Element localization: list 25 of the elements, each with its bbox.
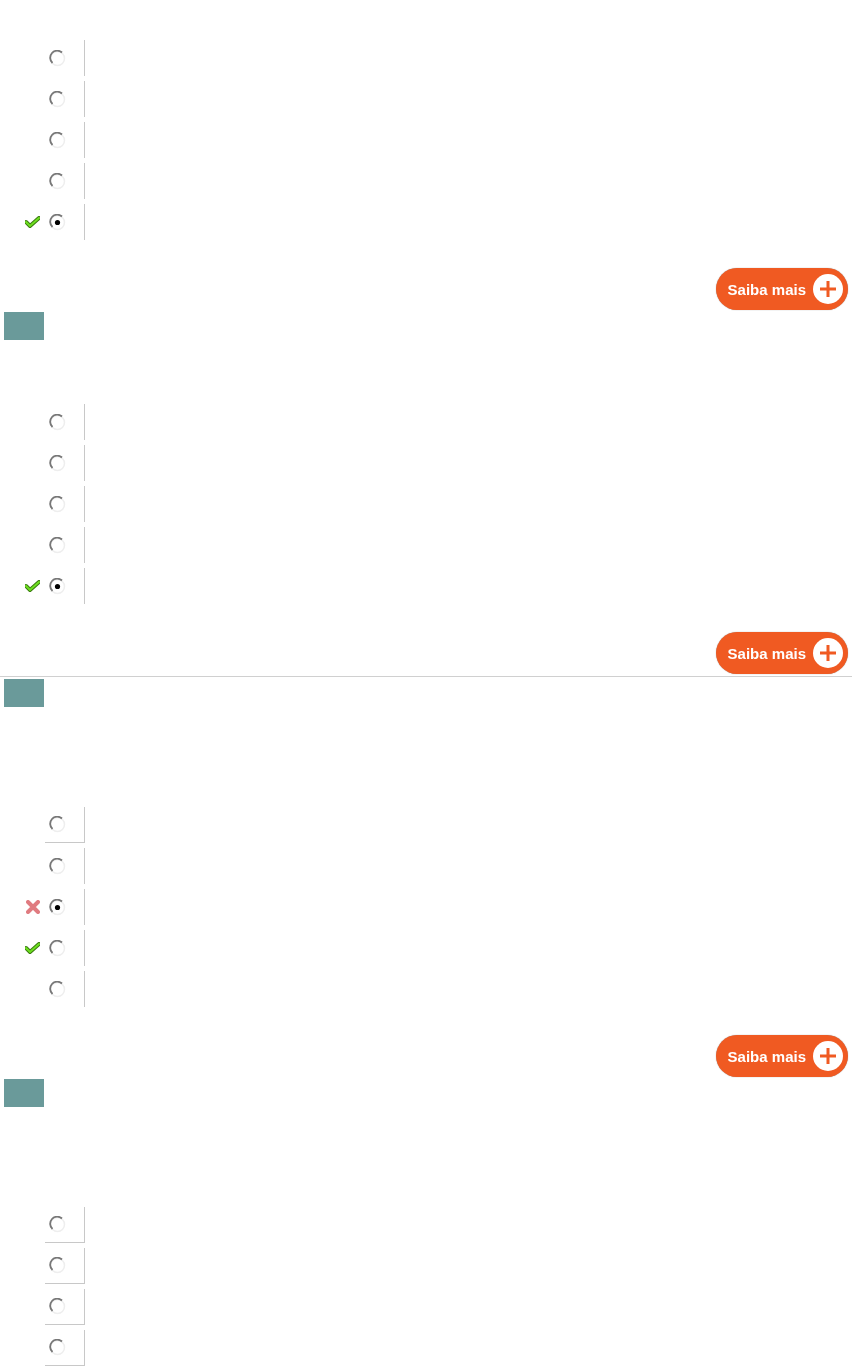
radio-button[interactable] [49,577,66,595]
radio-button[interactable] [49,980,66,998]
radio-button[interactable] [49,1216,66,1233]
radio-button[interactable] [49,816,66,833]
radio-button[interactable] [49,898,66,916]
radio-button[interactable] [49,1339,66,1356]
radio-button[interactable] [49,90,66,108]
radio-button[interactable] [49,1298,66,1315]
learn-more-button[interactable]: Saiba mais [715,1035,848,1077]
radio-button[interactable] [49,857,66,875]
learn-more-button[interactable]: Saiba mais [715,268,848,310]
plus-icon [812,1040,844,1072]
radio-button[interactable] [49,213,66,231]
radio-button[interactable] [49,413,66,431]
radio-button[interactable] [49,939,66,957]
plus-icon [812,637,844,669]
radio-button[interactable] [49,536,66,554]
radio-button[interactable] [49,49,66,67]
radio-button[interactable] [49,131,66,149]
radio-button[interactable] [49,1257,66,1274]
radio-button[interactable] [49,495,66,513]
learn-more-button[interactable]: Saiba mais [715,632,848,674]
radio-button[interactable] [49,454,66,472]
radio-button[interactable] [49,172,66,190]
plus-icon [812,273,844,305]
